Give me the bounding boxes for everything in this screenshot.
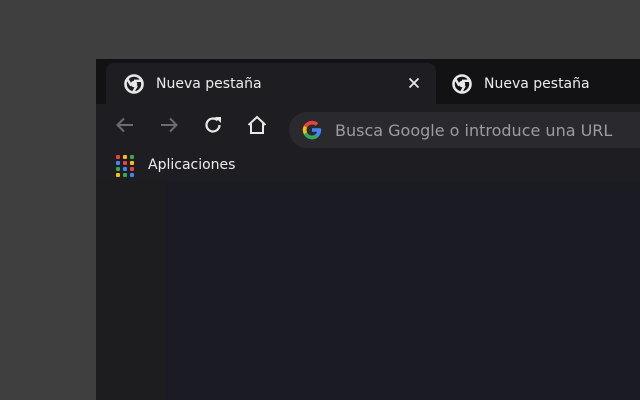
back-arrow-icon	[114, 114, 136, 140]
tab-title: Nueva pestaña	[484, 75, 590, 92]
tab-strip: Nueva pestaña Nueva pestaña	[96, 59, 640, 104]
chrome-icon	[452, 73, 472, 94]
home-icon	[246, 114, 268, 140]
bookmarks-bar: Aplicaciones	[96, 149, 640, 181]
forward-button[interactable]	[157, 115, 181, 139]
omnibox[interactable]: Busca Google o introduce una URL	[289, 112, 640, 148]
bookmark-apps[interactable]: Aplicaciones	[116, 155, 236, 177]
tab-new-tab-active[interactable]: Nueva pestaña	[106, 63, 436, 104]
apps-grid-icon	[116, 155, 134, 177]
google-icon	[301, 119, 323, 141]
home-button[interactable]	[245, 115, 269, 139]
reload-button[interactable]	[201, 115, 225, 139]
back-button[interactable]	[113, 115, 137, 139]
bookmark-label: Aplicaciones	[148, 157, 236, 173]
tab-new-tab-inactive[interactable]: Nueva pestaña	[442, 63, 640, 104]
chrome-icon	[124, 73, 144, 94]
content-side-panel	[96, 181, 166, 400]
reload-icon	[202, 114, 224, 140]
browser-window: Nueva pestaña Nueva pestaña Busca Google…	[96, 59, 640, 400]
forward-arrow-icon	[158, 114, 180, 140]
page-content	[96, 181, 640, 400]
close-icon[interactable]	[406, 75, 422, 91]
omnibox-placeholder: Busca Google o introduce una URL	[335, 120, 613, 140]
tab-title: Nueva pestaña	[156, 75, 262, 92]
toolbar: Busca Google o introduce una URL	[96, 104, 640, 149]
